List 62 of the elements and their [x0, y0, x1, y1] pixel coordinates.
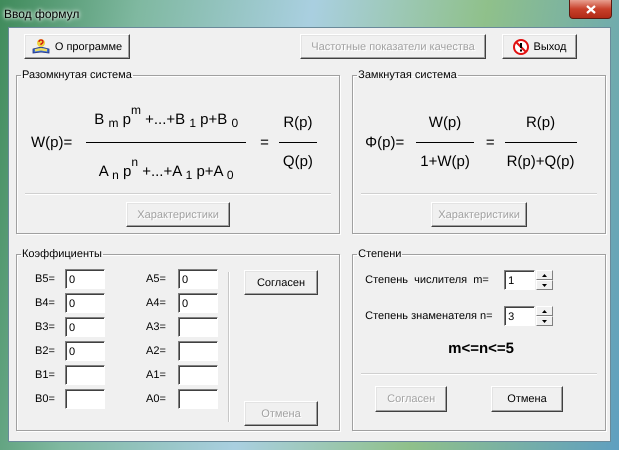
- up-arrow-icon: [542, 310, 548, 312]
- degree-field[interactable]: 1: [504, 270, 536, 290]
- dialog-button[interactable]: Отмена: [491, 386, 563, 412]
- coefficient-label: B1=: [35, 369, 56, 381]
- coefficient-field[interactable]: 0: [65, 269, 105, 289]
- coefficient-label: B4=: [35, 297, 56, 309]
- coefficient-label: A2=: [146, 345, 167, 357]
- coefficient-label: B3=: [35, 321, 56, 333]
- down-arrow-icon: [542, 284, 548, 286]
- formula-denominator: 1+W(p): [419, 152, 471, 172]
- formula-numerator: R(p): [282, 112, 314, 132]
- coefficient-field[interactable]: 0: [65, 341, 105, 361]
- formula-numerator: B $_{m}$ p$^{m}$ +...+B $_{1}$ p+B $_{0}$: [93, 102, 240, 132]
- constraint-text: m<=n<=5: [448, 340, 514, 357]
- window-title: Ввод формул: [4, 7, 80, 21]
- close-icon: [586, 4, 596, 14]
- coefficient-field[interactable]: 0: [65, 317, 105, 337]
- formula-numerator: R(p): [524, 112, 556, 132]
- coefficient-label: B0=: [35, 393, 56, 405]
- coefficient-field[interactable]: [178, 365, 218, 385]
- degree-field[interactable]: 3: [504, 306, 536, 326]
- coefficient-label: A0=: [146, 393, 167, 405]
- formula-denominator: Q(p): [282, 152, 314, 172]
- spin-up-button[interactable]: [536, 306, 554, 316]
- coefficient-label: B5=: [35, 273, 56, 285]
- degree-label: Степень числителя m=: [365, 274, 490, 286]
- toolbar-button[interactable]: О программе: [24, 34, 130, 59]
- spin-down-button[interactable]: [536, 316, 554, 326]
- close-button[interactable]: [569, 0, 612, 19]
- coefficient-label: A1=: [146, 369, 167, 381]
- up-arrow-icon: [542, 274, 548, 276]
- formula-lhs: W(p)=: [31, 134, 72, 150]
- coefficient-field[interactable]: [178, 389, 218, 409]
- equals-sign: =: [486, 134, 495, 150]
- coefficient-field[interactable]: [65, 389, 105, 409]
- group-title: Замкнутая система: [357, 69, 458, 81]
- group-title: Разомкнутая система: [21, 69, 133, 81]
- coefficient-label: A3=: [146, 321, 167, 333]
- formula-numerator: W(p): [428, 112, 462, 132]
- coefficient-label: A4=: [146, 297, 167, 309]
- dialog-button[interactable]: Согласен: [244, 270, 318, 295]
- formula-denominator: A $_{n}$ p$^{n}$ +...+A $_{1}$ p+A $_{0}$: [98, 154, 235, 184]
- coefficient-label: A5=: [146, 273, 167, 285]
- coefficient-label: B2=: [35, 345, 56, 357]
- coefficient-field[interactable]: [178, 341, 218, 361]
- coefficient-field[interactable]: [178, 317, 218, 337]
- coefficient-field[interactable]: 0: [178, 269, 218, 289]
- toolbar-button[interactable]: Выход: [502, 34, 577, 59]
- equals-sign: =: [260, 134, 269, 150]
- group-title: Степени: [357, 248, 402, 260]
- formula-lhs: Φ(p)=: [365, 134, 404, 150]
- spin-up-button[interactable]: [536, 270, 554, 280]
- spin-down-button[interactable]: [536, 280, 554, 290]
- help-book-icon: [32, 38, 50, 55]
- coefficient-field[interactable]: [65, 365, 105, 385]
- stop-icon: [512, 38, 529, 54]
- group-title: Коэффициенты: [21, 248, 103, 260]
- coefficient-field[interactable]: 0: [178, 293, 218, 313]
- coefficient-field[interactable]: 0: [65, 293, 105, 313]
- degree-label: Степень знаменателя n=: [365, 310, 494, 322]
- formula-denominator: R(p)+Q(p): [506, 152, 576, 172]
- down-arrow-icon: [542, 320, 548, 322]
